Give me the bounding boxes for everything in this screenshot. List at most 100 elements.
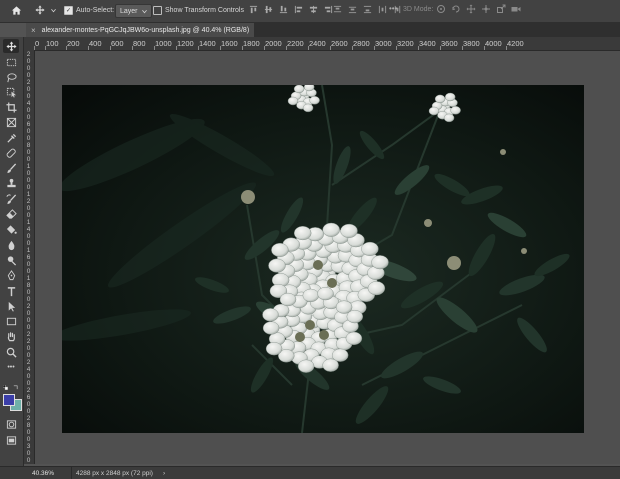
history-brush-tool[interactable] (3, 192, 19, 206)
distribute-top-icon[interactable] (333, 5, 342, 14)
chevron-down-icon[interactable] (50, 6, 56, 14)
ruler-tick (198, 46, 199, 50)
edit-toolbar-button[interactable]: ••• (3, 360, 19, 374)
ruler-label: 0 (35, 39, 40, 48)
paint-bucket-tool[interactable] (3, 222, 19, 236)
eraser-tool[interactable] (3, 207, 19, 221)
hand-icon (7, 331, 15, 341)
quick-mask-button[interactable] (3, 417, 19, 431)
home-icon[interactable] (10, 4, 22, 16)
flower-photo (62, 85, 584, 433)
path-selection-tool[interactable] (3, 299, 19, 313)
document-image[interactable] (62, 85, 584, 433)
tools-panel: ••• (0, 37, 24, 478)
blur-tool[interactable] (3, 238, 19, 252)
checkbox-box (153, 6, 162, 15)
hand-tool[interactable] (3, 329, 19, 343)
ruler-label: 2800 (353, 39, 370, 48)
zoom-tool[interactable] (3, 345, 19, 359)
video-camera-icon[interactable] (511, 4, 521, 14)
rectangle-tool[interactable] (3, 314, 19, 328)
close-icon[interactable]: × (31, 26, 36, 35)
eyedropper-tool[interactable] (3, 131, 19, 145)
ruler-tick (462, 46, 463, 50)
ruler-label: 1200 (177, 39, 194, 48)
align-bottom-icon[interactable] (279, 5, 288, 14)
ruler-tick (176, 46, 177, 50)
auto-select-checkbox[interactable]: ✓ Auto-Select: (64, 6, 114, 15)
ruler-label: 2200 (287, 39, 304, 48)
checkmark-icon: ✓ (64, 6, 73, 15)
move-tool-icon (5, 40, 17, 52)
frame-icon (6, 117, 16, 127)
crop-tool[interactable] (3, 100, 19, 114)
ruler-label: 2600 (331, 39, 348, 48)
3d-roll-icon[interactable] (451, 4, 461, 14)
document-tab[interactable]: × alexander-montes-PqGCJqJBW6o-unsplash.… (26, 23, 255, 37)
crop-icon (5, 101, 17, 113)
show-transform-controls-checkbox[interactable]: Show Transform Controls (153, 6, 244, 15)
vertical-ruler[interactable]: 2000200400600800100012001400160018002000… (24, 50, 35, 464)
frame-tool[interactable] (3, 115, 19, 129)
ruler-label: 4200 (507, 39, 524, 48)
bandage-icon (6, 148, 16, 158)
pen-icon (7, 269, 15, 280)
ruler-label: 2400 (309, 39, 326, 48)
type-tool[interactable] (3, 284, 19, 298)
ruler-tick (440, 46, 441, 50)
align-vertical-center-icon[interactable] (264, 5, 273, 14)
distribute-vertical-icon[interactable] (348, 5, 357, 14)
align-horizontal-center-icon[interactable] (309, 5, 318, 14)
horizontal-ruler[interactable]: 0 100 200 400 600 800 1000 1200 1400 1600 1800 2000… (34, 37, 620, 51)
object-selection-tool[interactable] (3, 85, 19, 99)
dodge-tool[interactable] (3, 253, 19, 267)
ruler-label: 2000 (265, 39, 282, 48)
zoom-level[interactable]: 40.36% (32, 467, 54, 479)
lasso-tool[interactable] (3, 70, 19, 84)
default-colors-icon[interactable] (3, 385, 8, 390)
foreground-color-swatch[interactable] (3, 394, 15, 406)
spot-healing-tool[interactable] (3, 146, 19, 160)
show-transform-controls-label: Show Transform Controls (165, 7, 244, 14)
ruler-tick (66, 46, 67, 50)
distribute-left-icon[interactable] (378, 5, 387, 14)
ruler-label: 600 (111, 39, 124, 48)
3d-mode-label: 3D Mode: (403, 6, 434, 13)
type-icon (7, 286, 15, 296)
move-tool[interactable] (3, 39, 19, 53)
ruler-label: 3200 (397, 39, 414, 48)
ruler-label: 1600 (221, 39, 238, 48)
3d-scale-icon[interactable] (496, 4, 506, 14)
ruler-label: 1800 (243, 39, 260, 48)
pen-tool[interactable] (3, 268, 19, 282)
ruler-label: 4000 (485, 39, 502, 48)
ruler-tick (45, 46, 46, 50)
rectangle-icon (6, 317, 16, 325)
distribute-bottom-icon[interactable] (363, 5, 372, 14)
ruler-tick (132, 46, 133, 50)
align-top-icon[interactable] (249, 5, 258, 14)
eraser-icon (5, 208, 17, 219)
chevron-down-icon (141, 9, 147, 13)
ruler-tick (308, 46, 309, 50)
brush-tool[interactable] (3, 161, 19, 175)
more-options-icon[interactable]: ••• (389, 4, 397, 13)
screen-mode-button[interactable] (3, 433, 19, 447)
3d-orbit-icon[interactable] (436, 4, 446, 14)
ruler-tick (330, 46, 331, 50)
magnifier-icon (6, 347, 17, 358)
3d-slide-icon[interactable] (481, 4, 491, 14)
align-left-icon[interactable] (294, 5, 303, 14)
3d-pan-icon[interactable] (466, 4, 476, 14)
rectangular-marquee-tool[interactable] (3, 55, 19, 69)
ruler-tick (418, 46, 419, 50)
ruler-tick (88, 46, 89, 50)
ruler-label: 3800 (463, 39, 480, 48)
document-tab-title: alexander-montes-PqGCJqJBW6o-unsplash.jp… (41, 26, 250, 34)
ruler-label: 3000 (375, 39, 392, 48)
status-menu-arrow[interactable]: › (163, 467, 165, 479)
move-tool-icon[interactable] (34, 4, 46, 16)
auto-select-target-dropdown[interactable]: Layer (115, 4, 152, 18)
clone-stamp-tool[interactable] (3, 176, 19, 190)
swap-colors-icon[interactable] (13, 385, 18, 390)
